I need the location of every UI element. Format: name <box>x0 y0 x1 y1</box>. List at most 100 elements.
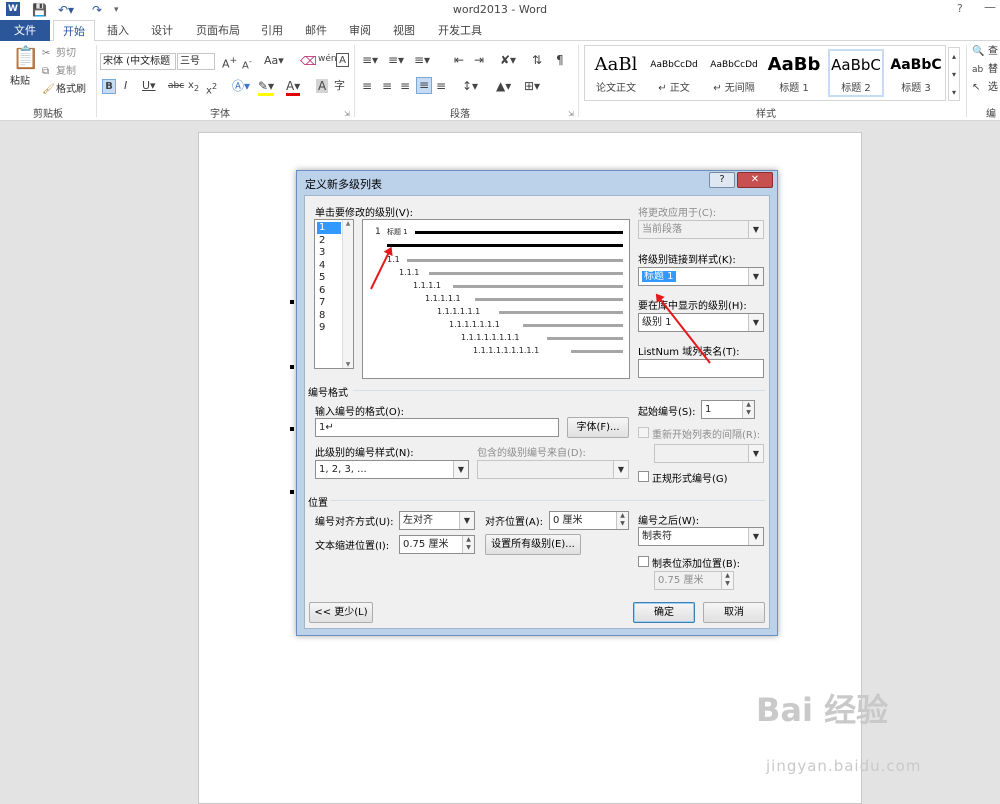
legal-style-checkbox[interactable] <box>638 471 649 482</box>
multilevel-list-icon[interactable]: ≡▾ <box>414 53 430 67</box>
tab-review[interactable]: 审阅 <box>342 20 378 41</box>
font-size-combo[interactable]: 三号 <box>177 53 215 70</box>
tab-stop-checkbox[interactable] <box>638 556 649 567</box>
help-button[interactable]: ? <box>957 2 963 15</box>
replace-icon[interactable]: ab <box>972 63 983 77</box>
justify-icon[interactable]: ≡ <box>416 77 432 94</box>
style-item-heading-3[interactable]: AaBbC 标题 3 <box>888 51 944 95</box>
level-item[interactable]: 4 <box>317 260 341 272</box>
line-spacing-icon[interactable]: ↕▾ <box>462 79 478 93</box>
show-marks-icon[interactable]: ¶ <box>556 53 564 67</box>
restart-checkbox[interactable] <box>638 427 649 438</box>
set-all-levels-button[interactable]: 设置所有级别(E)... <box>485 534 581 555</box>
minimize-button[interactable]: — <box>984 0 996 14</box>
copy-button[interactable]: 复制 <box>56 65 76 79</box>
listnum-input[interactable] <box>638 359 764 378</box>
italic-icon[interactable]: I <box>124 79 127 93</box>
clear-format-icon[interactable]: ⌫ <box>300 54 317 68</box>
include-from-select[interactable]: ▼ <box>477 460 629 479</box>
char-shading-icon[interactable]: A <box>316 79 329 93</box>
underline-icon[interactable]: U▾ <box>142 79 156 93</box>
style-item-no-spacing[interactable]: AaBbCcDd ↵ 无间隔 <box>706 51 762 95</box>
enter-format-input[interactable]: 1↵ <box>315 418 559 437</box>
phonetic-guide-icon[interactable]: wén <box>318 52 337 66</box>
dialog-help-button[interactable]: ? <box>709 172 735 188</box>
spinner-arrows-icon[interactable]: ▲ ▼ <box>721 572 733 589</box>
gallery-level-select[interactable]: 级别 1 ▼ <box>638 313 764 332</box>
paste-button[interactable]: 粘贴 <box>10 75 30 89</box>
level-item[interactable]: 3 <box>317 247 341 259</box>
restart-select[interactable]: ▼ <box>654 444 764 463</box>
increase-indent-icon[interactable]: ⇥ <box>474 53 484 67</box>
tab-design[interactable]: 设计 <box>144 20 180 41</box>
superscript-icon[interactable]: x2 <box>206 79 217 98</box>
find-button[interactable]: 查 <box>988 45 998 59</box>
spinner-arrows-icon[interactable]: ▲ ▼ <box>616 512 628 529</box>
alignment-select[interactable]: 左对齐 ▼ <box>399 511 475 530</box>
aligned-at-spinner[interactable]: 0 厘米 ▲ ▼ <box>549 511 629 530</box>
dialog-close-button[interactable]: ✕ <box>737 172 773 188</box>
paragraph-dialog-launcher-icon[interactable]: ⇲ <box>568 107 574 121</box>
decrease-indent-icon[interactable]: ⇤ <box>454 53 464 67</box>
tab-insert[interactable]: 插入 <box>100 20 136 41</box>
level-item[interactable]: 7 <box>317 297 341 309</box>
change-case-icon[interactable]: Aa▾ <box>264 54 284 68</box>
align-left-icon[interactable]: ≡ <box>362 79 372 93</box>
styles-scroll-icon[interactable]: ▴ ▾ ▾ <box>948 47 960 101</box>
shrink-font-icon[interactable]: A- <box>242 54 252 73</box>
spinner-arrows-icon[interactable]: ▲ ▼ <box>462 536 474 553</box>
indent-spinner[interactable]: 0.75 厘米 ▲ ▼ <box>399 535 475 554</box>
ok-button[interactable]: 确定 <box>633 602 695 623</box>
link-style-select[interactable]: 标题 1 ▼ <box>638 267 764 286</box>
format-painter-button[interactable]: 格式刷 <box>56 83 86 97</box>
paste-icon[interactable]: 📋 <box>12 47 39 71</box>
level-item[interactable]: 6 <box>317 285 341 297</box>
less-button[interactable]: << 更少(L) <box>309 602 373 623</box>
tab-references[interactable]: 引用 <box>254 20 290 41</box>
find-icon[interactable]: 🔍 <box>972 45 984 59</box>
grow-font-icon[interactable]: A+ <box>222 54 237 72</box>
text-effects-icon[interactable]: Ⓐ▾ <box>232 79 250 93</box>
font-dialog-launcher-icon[interactable]: ⇲ <box>344 107 350 121</box>
select-icon[interactable]: ↖ <box>972 81 980 95</box>
tab-home[interactable]: 开始 <box>53 20 95 42</box>
cut-icon[interactable]: ✂ <box>42 47 50 61</box>
font-color-icon[interactable]: A▾ <box>286 79 301 96</box>
style-item-heading-1[interactable]: AaBb 标题 1 <box>766 51 822 95</box>
numbering-icon[interactable]: ≡▾ <box>388 53 404 67</box>
start-at-spinner[interactable]: 1 ▲ ▼ <box>701 400 755 419</box>
char-border-icon[interactable]: A <box>336 53 349 67</box>
level-item[interactable]: 5 <box>317 272 341 284</box>
align-right-icon[interactable]: ≡ <box>400 79 410 93</box>
follow-number-select[interactable]: 制表符 ▼ <box>638 527 764 546</box>
sort-icon[interactable]: ⇅ <box>532 53 542 67</box>
font-name-combo[interactable]: 宋体 (中文标题 <box>100 53 176 70</box>
cut-button[interactable]: 剪切 <box>56 47 76 61</box>
tab-mailings[interactable]: 邮件 <box>298 20 334 41</box>
bold-icon[interactable]: B <box>102 79 116 94</box>
level-item[interactable]: 9 <box>317 322 341 334</box>
number-style-select[interactable]: 1, 2, 3, ... ▼ <box>315 460 469 479</box>
apply-to-select[interactable]: 当前段落 ▼ <box>638 220 764 239</box>
enclose-char-icon[interactable]: 字 <box>334 79 345 93</box>
style-item-thesis-body[interactable]: AaBl 论文正文 <box>588 51 644 95</box>
bullets-icon[interactable]: ≡▾ <box>362 53 378 67</box>
tab-view[interactable]: 视图 <box>386 20 422 41</box>
level-item[interactable]: 8 <box>317 310 341 322</box>
shading-icon[interactable]: ▲▾ <box>496 79 511 93</box>
distributed-icon[interactable]: ≡ <box>436 79 446 93</box>
font-button[interactable]: 字体(F)... <box>567 417 629 438</box>
spinner-arrows-icon[interactable]: ▲ ▼ <box>742 401 754 418</box>
level-item[interactable]: 1 <box>317 222 341 234</box>
subscript-icon[interactable]: x2 <box>188 79 199 95</box>
chinese-layout-icon[interactable]: ✘▾ <box>500 53 516 67</box>
cancel-button[interactable]: 取消 <box>703 602 765 623</box>
level-list[interactable]: 1 2 3 4 5 6 7 8 9 ▲ ▼ <box>314 219 354 369</box>
level-scrollbar[interactable]: ▲ ▼ <box>342 220 353 368</box>
replace-button[interactable]: 替 <box>988 63 998 77</box>
level-item[interactable]: 2 <box>317 235 341 247</box>
borders-icon[interactable]: ⊞▾ <box>524 79 540 93</box>
tab-page-layout[interactable]: 页面布局 <box>190 20 246 41</box>
tab-file[interactable]: 文件 <box>0 20 50 41</box>
style-item-normal[interactable]: AaBbCcDd ↵ 正文 <box>646 51 702 95</box>
